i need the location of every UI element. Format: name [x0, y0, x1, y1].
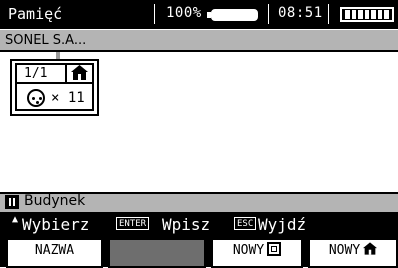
card-index: 1/1 — [24, 66, 48, 81]
status-separator — [328, 4, 329, 24]
new-point-label: NOWY — [232, 243, 265, 258]
point-count: × 11 — [51, 90, 85, 106]
object-name: Budynek — [24, 193, 86, 209]
hint-exit: Wyjdź — [258, 215, 307, 234]
card-connector — [56, 52, 60, 59]
socket-icon — [27, 89, 45, 107]
clock: 08:51 — [278, 5, 323, 21]
app-title: Pamięć — [8, 5, 63, 23]
new-point-button[interactable]: NOWY — [211, 238, 303, 268]
battery-icon — [207, 9, 258, 21]
client-name: SONEL S.A... — [5, 33, 87, 48]
name-button[interactable]: NAZWA — [6, 238, 103, 268]
new-object-label: NOWY — [328, 243, 361, 258]
status-separator — [268, 4, 269, 24]
empty-softkey — [108, 238, 206, 268]
signal-icon — [340, 7, 394, 22]
hint-select: Wybierz — [22, 215, 90, 234]
home-icon — [363, 241, 378, 263]
hint-enter: Wpisz — [162, 215, 211, 234]
card-divider — [65, 63, 67, 84]
battery-percent: 100% — [166, 5, 202, 21]
name-button-label: NAZWA — [34, 243, 75, 258]
arrow-up-icon: ▲ — [12, 214, 19, 225]
point-box-icon — [267, 242, 282, 256]
enter-key-label: ENTER — [116, 217, 150, 230]
object-icon — [5, 195, 19, 209]
home-icon — [71, 65, 88, 84]
new-object-button[interactable]: NOWY — [308, 238, 398, 268]
status-separator — [154, 4, 155, 24]
esc-key-label: ESC — [234, 217, 257, 230]
